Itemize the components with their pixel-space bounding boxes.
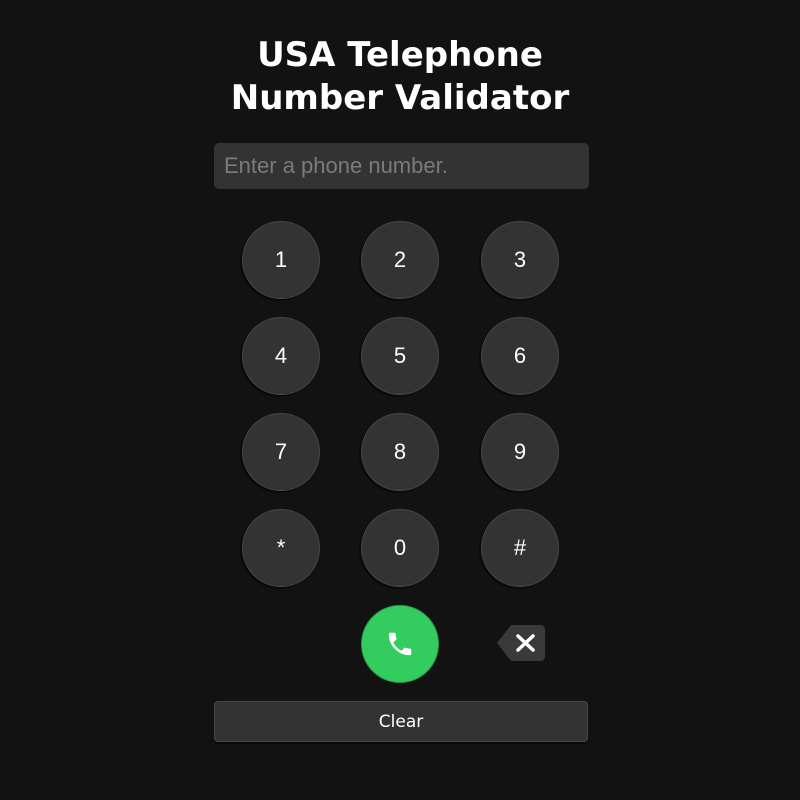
page-title: USA Telephone Number Validator [0, 34, 800, 120]
phone-number-input[interactable] [214, 143, 589, 189]
key-2[interactable]: 2 [361, 221, 439, 299]
key-4[interactable]: 4 [242, 317, 320, 395]
backspace-icon [497, 625, 545, 661]
key-3[interactable]: 3 [481, 221, 559, 299]
key-star[interactable]: * [242, 509, 320, 587]
title-line-2: Number Validator [230, 78, 570, 118]
key-7[interactable]: 7 [242, 413, 320, 491]
call-button[interactable] [361, 605, 439, 683]
clear-button[interactable]: Clear [214, 701, 588, 742]
title-line-1: USA Telephone [257, 35, 543, 75]
key-9[interactable]: 9 [481, 413, 559, 491]
key-5[interactable]: 5 [361, 317, 439, 395]
key-8[interactable]: 8 [361, 413, 439, 491]
phone-icon [388, 632, 412, 656]
key-0[interactable]: 0 [361, 509, 439, 587]
backspace-button[interactable] [496, 624, 546, 662]
key-6[interactable]: 6 [481, 317, 559, 395]
key-1[interactable]: 1 [242, 221, 320, 299]
key-hash[interactable]: # [481, 509, 559, 587]
